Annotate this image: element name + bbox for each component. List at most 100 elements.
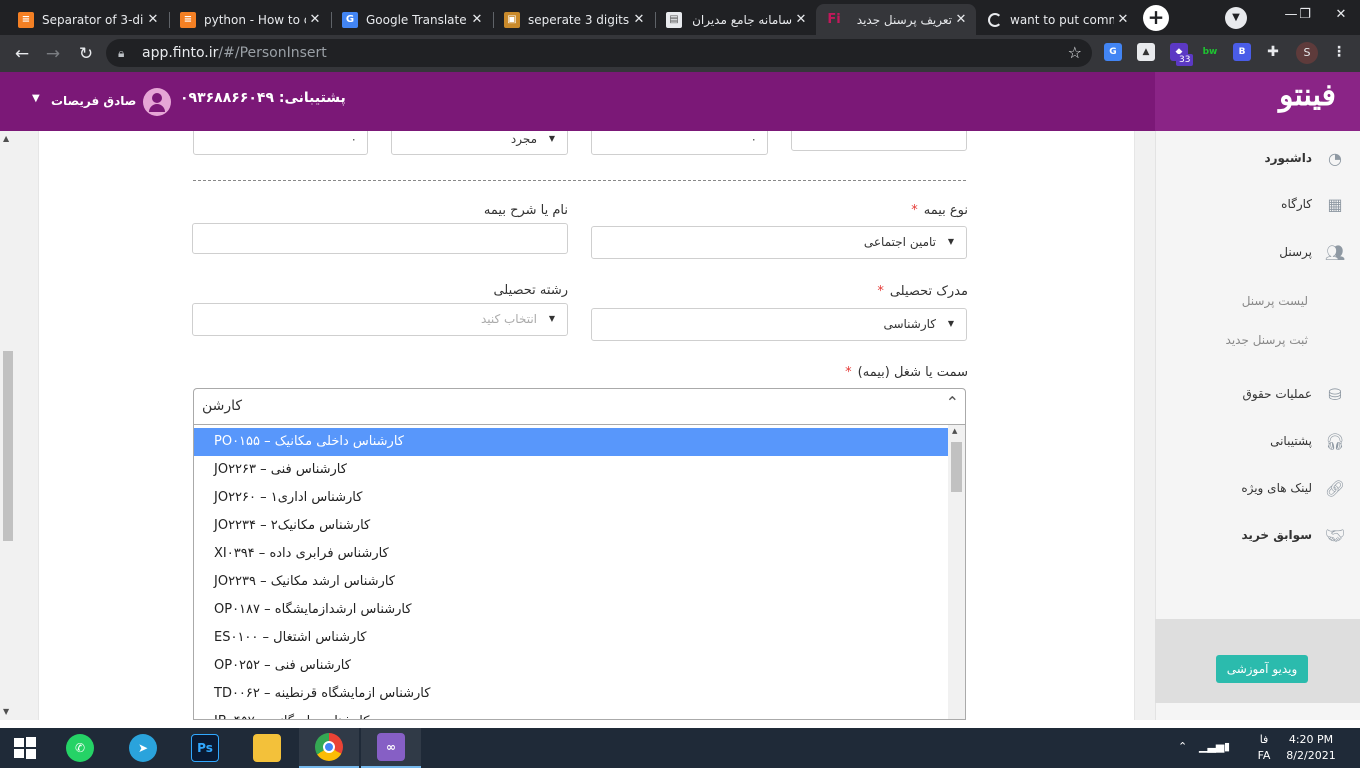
dropdown-option[interactable]: JO۲۲۳۹ – کارشناس ارشد مکانیک	[194, 568, 950, 596]
users-icon: 👥︎	[1324, 242, 1346, 262]
puzzle-icon[interactable]: ✚	[1264, 43, 1282, 61]
scrollbar-thumb[interactable]	[3, 351, 13, 541]
google-translate-extension-icon[interactable]: G	[1104, 43, 1122, 61]
dropdown-option[interactable]: TD۰۰۶۲ – کارشناس ازمایشگاه قرنطینه	[194, 680, 950, 708]
numeric-field[interactable]: ۰	[193, 131, 368, 155]
taskbar-clock[interactable]: 4:20 PM 8/2/2021	[1280, 732, 1342, 764]
sidebar-item-label: پرسنل	[1279, 245, 1312, 259]
scroll-down-arrow-icon[interactable]: ▼	[3, 707, 9, 716]
language-indicator[interactable]: فا FA	[1256, 732, 1272, 764]
browser-tab[interactable]: G Google Translate ✕	[332, 4, 492, 35]
loading-icon	[988, 12, 1002, 27]
dropdown-option[interactable]: JO۲۲۳۴ – کارشناس مکانیک۲	[194, 512, 950, 540]
windows-logo-icon	[14, 737, 36, 759]
caret-down-icon[interactable]: ▼	[32, 93, 40, 104]
job-title-dropdown: PO۰۱۵۵ – کارشناس داخلی مکانیک JO۲۲۶۳ – ک…	[193, 424, 966, 720]
sidebar-item-purchase-history[interactable]: 🤝︎ سوابق خرید	[1155, 520, 1360, 550]
sidebar-item-special-links[interactable]: 🔗︎ لینک های ویژه	[1155, 473, 1360, 503]
network-signal-icon[interactable]: ▁▃▅	[1199, 740, 1224, 753]
education-degree-select[interactable]: ▼ کارشناسی	[591, 308, 967, 341]
new-tab-button[interactable]: +	[1143, 5, 1169, 31]
sidebar-item-dashboard[interactable]: ◔ داشبورد	[1155, 143, 1360, 173]
dropdown-option[interactable]: JO۲۲۶۳ – کارشناس فنی	[194, 456, 950, 484]
text-field[interactable]	[791, 131, 967, 151]
field-value: ۰	[350, 132, 357, 146]
browser-tab-strip: ≡ Separator of 3-dig ✕ ≡ python - How to…	[0, 0, 1360, 35]
close-icon[interactable]: ✕	[630, 12, 648, 27]
close-window-button[interactable]: ✕	[1318, 0, 1360, 32]
user-avatar-icon[interactable]	[143, 88, 171, 116]
dropdown-scrollbar[interactable]: ▲	[948, 425, 965, 719]
battery-icon[interactable]: ▮	[1224, 740, 1230, 753]
caret-down-icon: ▼	[548, 134, 555, 143]
dropdown-option[interactable]: XI۰۳۹۴ – کارشناس فرابری داده	[194, 540, 950, 568]
tab-title: seperate 3 digits in	[528, 12, 630, 27]
close-icon[interactable]: ✕	[1114, 12, 1132, 27]
reload-icon[interactable]: ↻	[73, 41, 99, 67]
back-icon[interactable]: ←	[9, 41, 35, 67]
dropdown-option[interactable]: ES۰۱۰۰ – کارشناس اشتغال	[194, 624, 950, 652]
taskbar-app-photoshop[interactable]: Ps	[175, 728, 235, 768]
sidebar-item-label: عملیات حقوق	[1242, 387, 1312, 401]
bookmark-star-icon[interactable]: ☆	[1068, 39, 1082, 67]
extension-icon[interactable]: ▲	[1137, 43, 1155, 61]
caret-down-icon: ▼	[947, 319, 954, 328]
dropdown-option[interactable]: OP۰۱۸۷ – کارشناس ارشدازمایشگاه	[194, 596, 950, 624]
dropdown-option[interactable]: OP۰۲۵۲ – کارشناس فنی	[194, 652, 950, 680]
b-extension-icon[interactable]: B	[1233, 43, 1251, 61]
insurance-description-input[interactable]	[192, 223, 568, 254]
kebab-menu-icon[interactable]: ⋮	[1330, 43, 1348, 61]
field-value: ۰	[750, 132, 757, 146]
scrollbar-thumb[interactable]	[951, 442, 962, 492]
caret-down-icon: ▼	[548, 314, 555, 323]
insurance-type-select[interactable]: ▼ تامین اجتماعی	[591, 226, 967, 259]
sidebar-item-label: سوابق خرید	[1241, 528, 1313, 542]
sidebar-item-payroll[interactable]: ⛁ عملیات حقوق	[1155, 379, 1360, 409]
browser-tab-active[interactable]: Fi تعریف پرسنل جدید ✕	[816, 4, 976, 35]
taskbar-app-telegram[interactable]: ➤	[113, 728, 173, 768]
page-scrollbar[interactable]: ▲ ▼	[0, 131, 16, 720]
tray-chevron-icon[interactable]: ⌃	[1178, 740, 1187, 753]
dropdown-option[interactable]: JB۰۴۵۷ – کارشناس بازرگانی	[194, 708, 950, 719]
user-name[interactable]: صادق فریصات	[51, 94, 136, 108]
restore-button[interactable]: ❐	[1290, 0, 1320, 32]
close-icon[interactable]: ✕	[792, 12, 810, 27]
start-button[interactable]	[0, 728, 50, 768]
close-icon[interactable]: ✕	[468, 12, 486, 27]
sidebar-item-support[interactable]: 🎧︎ پشتیبانی	[1155, 426, 1360, 456]
profile-avatar[interactable]: S	[1296, 42, 1318, 64]
job-title-search-input[interactable]	[202, 395, 922, 417]
brand-logo[interactable]: فینتو	[1279, 78, 1336, 113]
close-icon[interactable]: ✕	[306, 12, 324, 27]
field-of-study-select[interactable]: ▼ انتخاب کنید	[192, 303, 568, 336]
download-icon[interactable]: ▼	[1225, 7, 1247, 29]
marital-status-select[interactable]: ▼ مجرد	[391, 131, 568, 155]
numeric-field[interactable]: ۰	[591, 131, 768, 155]
video-tutorial-button[interactable]: ویدیو آموزشی	[1216, 655, 1308, 683]
dropdown-option[interactable]: PO۰۱۵۵ – کارشناس داخلی مکانیک	[194, 428, 950, 456]
scroll-up-arrow-icon[interactable]: ▲	[3, 134, 9, 143]
taskbar-app-file-explorer[interactable]	[237, 728, 297, 768]
dropdown-option[interactable]: JO۲۲۶۰ – کارشناس اداری۱	[194, 484, 950, 512]
scroll-up-arrow-icon[interactable]: ▲	[952, 427, 957, 435]
clock-date: 8/2/2021	[1286, 749, 1336, 762]
browser-tab[interactable]: ≡ python - How to c ✕	[170, 4, 330, 35]
browser-tab[interactable]: ▣ seperate 3 digits in ✕	[494, 4, 654, 35]
close-icon[interactable]: ✕	[144, 12, 162, 27]
browser-tab[interactable]: ≡ Separator of 3-dig ✕	[8, 4, 168, 35]
taskbar-app-visual-studio[interactable]: ∞	[361, 728, 421, 768]
bw-extension-icon[interactable]: bw	[1201, 43, 1219, 61]
browser-tab[interactable]: want to put comm ✕	[978, 4, 1138, 35]
sidebar-subitem-personnel-list[interactable]: لیست پرسنل	[1242, 294, 1308, 308]
job-title-combobox[interactable]: ⌃	[193, 388, 966, 424]
sidebar-item-workshop[interactable]: ▦ کارگاه	[1155, 189, 1360, 219]
browser-tab[interactable]: ▤ سامانه جامع مدیران ✕	[656, 4, 816, 35]
close-icon[interactable]: ✕	[952, 12, 970, 27]
taskbar-app-whatsapp[interactable]: ✆	[50, 728, 110, 768]
address-bar[interactable]: 🔒︎ app.finto.ir/#/PersonInsert ☆	[106, 39, 1092, 67]
taskbar-app-chrome[interactable]	[299, 728, 359, 768]
sidebar-item-personnel[interactable]: 👥︎ پرسنل	[1155, 237, 1360, 267]
forward-icon[interactable]: →	[40, 41, 66, 67]
chevron-up-icon[interactable]: ⌃	[946, 393, 959, 412]
sidebar-subitem-new-personnel[interactable]: ثبت پرسنل جدید	[1226, 333, 1308, 347]
